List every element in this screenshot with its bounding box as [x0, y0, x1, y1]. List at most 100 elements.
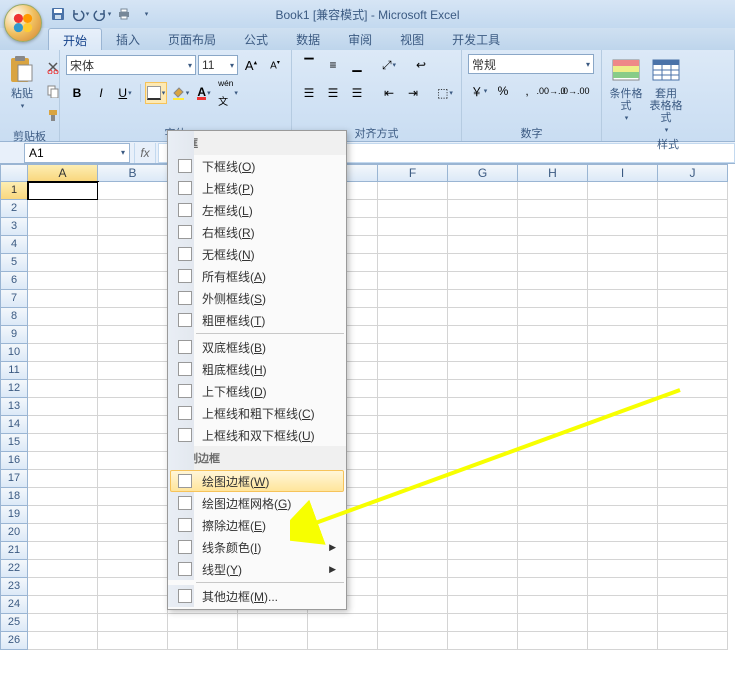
menu-item[interactable]: 上下框线(D) — [170, 380, 344, 402]
italic-button[interactable]: I — [90, 82, 112, 104]
menu-item[interactable]: 上框线(P) — [170, 177, 344, 199]
column-header[interactable]: F — [378, 164, 448, 182]
cell[interactable] — [518, 218, 588, 236]
cell[interactable] — [448, 218, 518, 236]
cell[interactable] — [98, 470, 168, 488]
orientation-button[interactable]: ⤢▾ — [378, 54, 400, 76]
cell[interactable] — [28, 326, 98, 344]
cell[interactable] — [518, 236, 588, 254]
cell[interactable] — [378, 344, 448, 362]
cell[interactable] — [588, 416, 658, 434]
tab-4[interactable]: 数据 — [282, 28, 334, 50]
cell[interactable] — [28, 578, 98, 596]
cell[interactable] — [588, 542, 658, 560]
cell[interactable] — [518, 362, 588, 380]
cell[interactable] — [588, 524, 658, 542]
menu-item[interactable]: 绘图边框(W) — [170, 470, 344, 492]
row-header[interactable]: 11 — [0, 362, 28, 380]
cell[interactable] — [658, 632, 728, 650]
cell[interactable] — [588, 362, 658, 380]
cell[interactable] — [98, 344, 168, 362]
cell[interactable] — [518, 578, 588, 596]
name-box[interactable]: A1▾ — [24, 143, 130, 163]
cell[interactable] — [28, 398, 98, 416]
column-header[interactable]: J — [658, 164, 728, 182]
align-left-button[interactable]: ☰ — [298, 82, 320, 104]
cell[interactable] — [658, 524, 728, 542]
cell[interactable] — [518, 290, 588, 308]
row-header[interactable]: 3 — [0, 218, 28, 236]
menu-item[interactable]: 无框线(N) — [170, 243, 344, 265]
align-right-button[interactable]: ☰ — [346, 82, 368, 104]
menu-item[interactable]: 上框线和粗下框线(C) — [170, 402, 344, 424]
row-header[interactable]: 10 — [0, 344, 28, 362]
cell[interactable] — [448, 452, 518, 470]
cell[interactable] — [98, 542, 168, 560]
cell[interactable] — [378, 236, 448, 254]
cell[interactable] — [378, 200, 448, 218]
cell[interactable] — [28, 182, 98, 200]
cell[interactable] — [28, 344, 98, 362]
menu-item[interactable]: 双底框线(B) — [170, 336, 344, 358]
cell[interactable] — [448, 560, 518, 578]
cell[interactable] — [308, 614, 378, 632]
cell[interactable] — [98, 614, 168, 632]
cell[interactable] — [448, 236, 518, 254]
undo-button[interactable]: ▾ — [70, 4, 90, 24]
format-as-table-button[interactable]: 套用 表格格式▾ — [646, 52, 686, 136]
row-header[interactable]: 19 — [0, 506, 28, 524]
cell[interactable] — [98, 272, 168, 290]
cell[interactable] — [658, 254, 728, 272]
paste-button[interactable]: 粘贴 ▾ — [4, 52, 40, 112]
percent-button[interactable]: % — [492, 80, 514, 102]
cell[interactable] — [448, 398, 518, 416]
qat-customize-button[interactable]: ▾ — [136, 4, 156, 24]
row-header[interactable]: 1 — [0, 182, 28, 200]
menu-item[interactable]: 线条颜色(I)▶ — [170, 536, 344, 558]
cell[interactable] — [588, 434, 658, 452]
cell[interactable] — [98, 596, 168, 614]
column-header[interactable]: G — [448, 164, 518, 182]
cell[interactable] — [378, 398, 448, 416]
cell[interactable] — [448, 326, 518, 344]
menu-item[interactable]: 线型(Y)▶ — [170, 558, 344, 580]
cell[interactable] — [588, 488, 658, 506]
row-header[interactable]: 14 — [0, 416, 28, 434]
cell[interactable] — [238, 614, 308, 632]
row-header[interactable]: 12 — [0, 380, 28, 398]
cell[interactable] — [378, 182, 448, 200]
cell[interactable] — [658, 182, 728, 200]
cell[interactable] — [98, 434, 168, 452]
row-header[interactable]: 2 — [0, 200, 28, 218]
cell[interactable] — [448, 488, 518, 506]
cell[interactable] — [518, 488, 588, 506]
menu-item[interactable]: 绘图边框网格(G) — [170, 492, 344, 514]
tab-7[interactable]: 开发工具 — [438, 28, 514, 50]
cell[interactable] — [518, 380, 588, 398]
cell[interactable] — [448, 416, 518, 434]
cell[interactable] — [28, 560, 98, 578]
align-bottom-button[interactable]: ▁ — [346, 54, 368, 76]
cell[interactable] — [378, 290, 448, 308]
row-header[interactable]: 7 — [0, 290, 28, 308]
cell[interactable] — [658, 542, 728, 560]
cell[interactable] — [98, 218, 168, 236]
grow-font-button[interactable]: A▴ — [240, 54, 262, 76]
underline-button[interactable]: U▾ — [114, 82, 136, 104]
cell[interactable] — [378, 506, 448, 524]
cell[interactable] — [448, 596, 518, 614]
cell[interactable] — [28, 452, 98, 470]
cell[interactable] — [658, 434, 728, 452]
increase-decimal-button[interactable]: .00→.0 — [540, 80, 562, 102]
cell[interactable] — [448, 200, 518, 218]
cell[interactable] — [588, 254, 658, 272]
cell[interactable] — [518, 182, 588, 200]
cell[interactable] — [518, 272, 588, 290]
cell[interactable] — [98, 398, 168, 416]
cell[interactable] — [658, 200, 728, 218]
cell[interactable] — [518, 596, 588, 614]
comma-button[interactable]: , — [516, 80, 538, 102]
cell[interactable] — [518, 398, 588, 416]
tab-2[interactable]: 页面布局 — [154, 28, 230, 50]
cell[interactable] — [28, 506, 98, 524]
